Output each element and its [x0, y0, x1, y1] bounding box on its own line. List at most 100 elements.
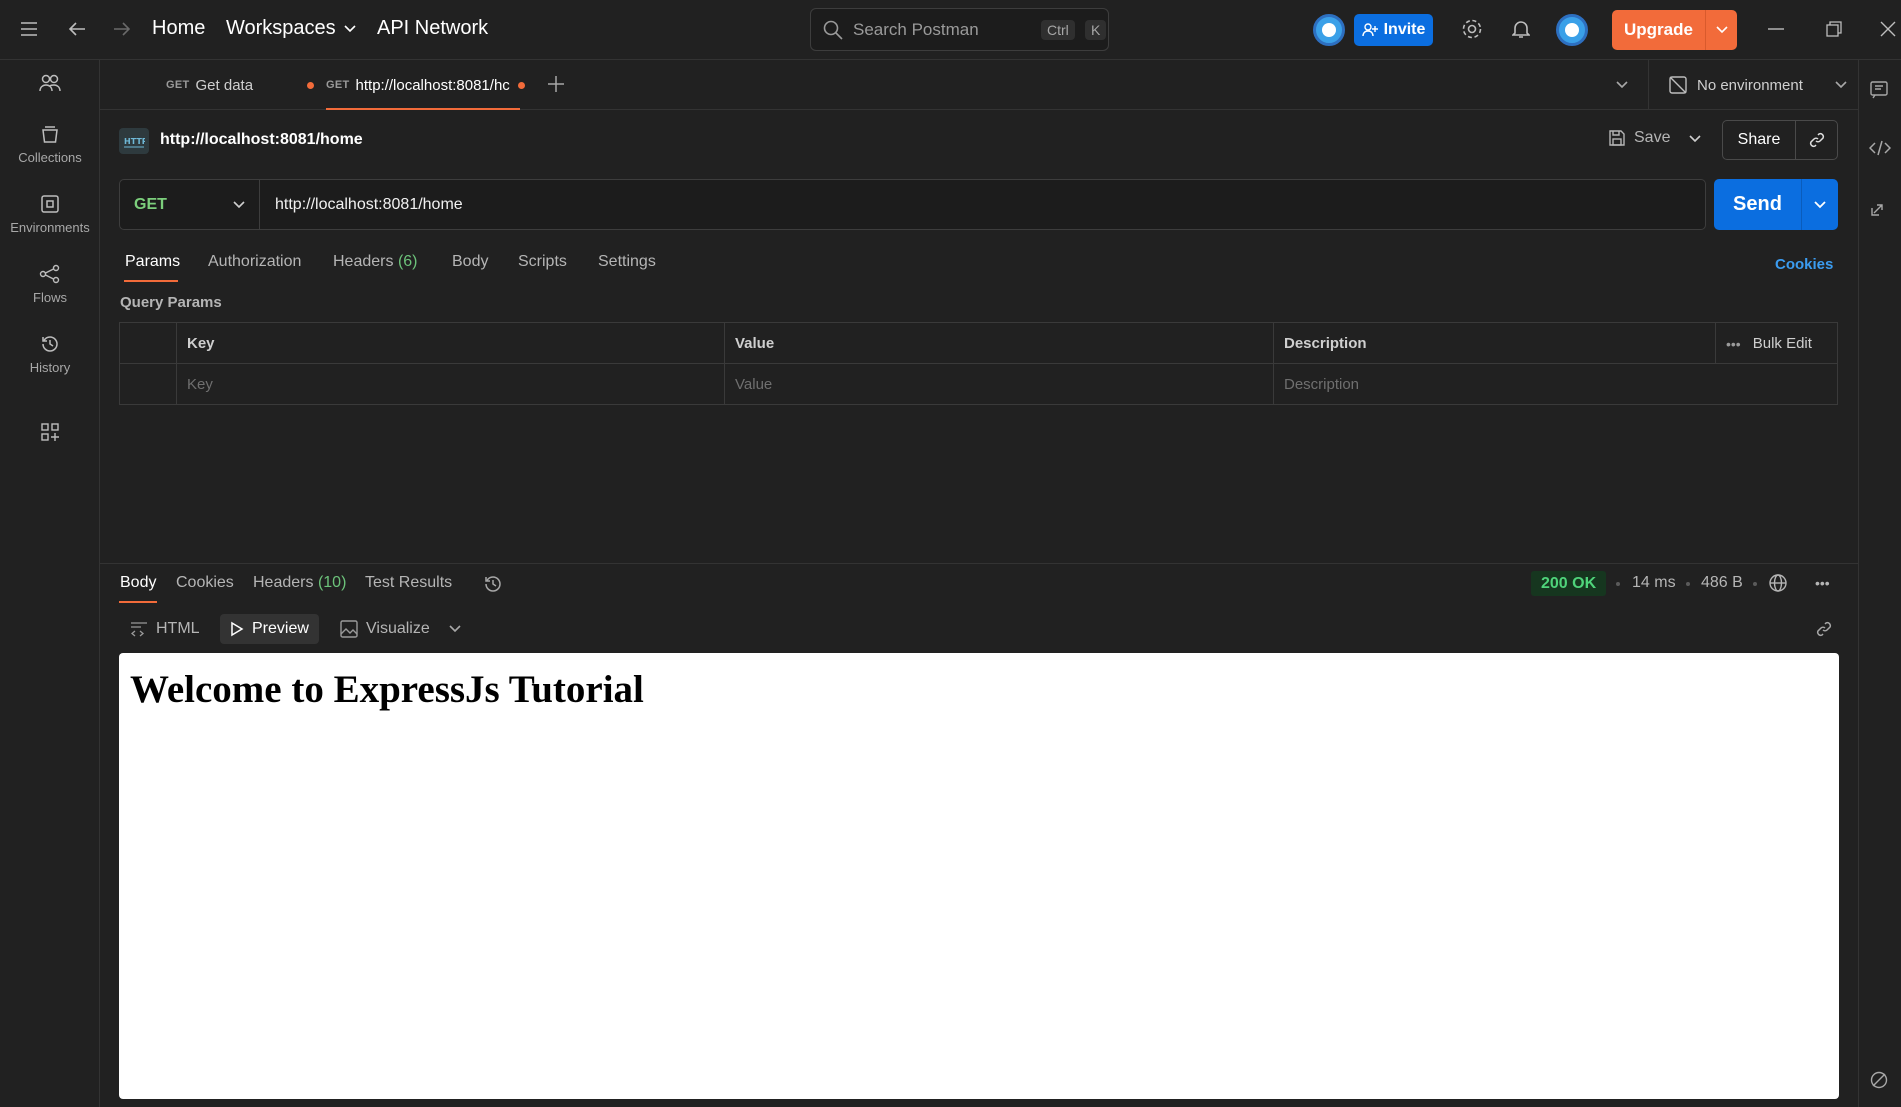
unsaved-dot-icon: [517, 81, 525, 89]
response-size[interactable]: 486 B: [1701, 574, 1743, 592]
sidebar-item-label: Collections: [18, 150, 82, 165]
tab-settings[interactable]: Settings: [598, 253, 656, 271]
request-tab-localhost[interactable]: GET http://localhost:8081/hc: [326, 60, 525, 110]
request-tab-get-data[interactable]: GET Get data: [166, 60, 315, 110]
tab-params[interactable]: Params: [125, 253, 180, 271]
nav-workspaces-label: Workspaces: [226, 17, 336, 39]
related-collections-icon[interactable]: [1869, 200, 1887, 218]
url-input[interactable]: http://localhost:8081/home: [260, 196, 1705, 214]
response-more-options-icon[interactable]: •••: [1815, 575, 1830, 591]
response-preview-pane[interactable]: Welcome to ExpressJs Tutorial: [119, 653, 1839, 1099]
response-time[interactable]: 14 ms: [1632, 574, 1676, 592]
share-button[interactable]: Share: [1723, 131, 1795, 149]
search-icon: [823, 20, 843, 40]
add-workbench-button[interactable]: [0, 422, 100, 448]
copy-link-icon[interactable]: [1796, 131, 1837, 149]
settings-gear-icon[interactable]: [1458, 15, 1486, 43]
team-avatar[interactable]: [1313, 14, 1345, 46]
tab-authorization[interactable]: Authorization: [208, 253, 301, 271]
nav-api-network[interactable]: API Network: [377, 17, 488, 40]
tab-body[interactable]: Body: [452, 253, 488, 271]
sidebar-item-collections[interactable]: Collections: [0, 124, 100, 165]
code-icon[interactable]: [1869, 140, 1891, 156]
tab-headers[interactable]: Headers (6): [333, 253, 418, 271]
view-options-chevron-icon[interactable]: [449, 625, 461, 633]
new-tab-plus-icon[interactable]: [547, 75, 565, 93]
forward-arrow-icon[interactable]: [108, 15, 136, 43]
description-input[interactable]: Description: [1273, 364, 1837, 405]
svg-text:HTTP: HTTP: [124, 137, 145, 146]
user-avatar[interactable]: [1556, 14, 1588, 46]
response-tab-test-results[interactable]: Test Results: [365, 574, 452, 592]
close-window-icon[interactable]: [1874, 15, 1901, 43]
upgrade-label: Upgrade: [1624, 20, 1693, 39]
response-body-tab-indicator: [119, 601, 157, 603]
collections-icon: [0, 124, 100, 144]
view-html-button[interactable]: HTML: [120, 614, 210, 644]
history-icon: [0, 334, 100, 354]
tab-headers-label: Headers: [333, 253, 394, 270]
unsaved-dot-icon: [307, 81, 315, 89]
environment-selector[interactable]: No environment: [1648, 60, 1858, 110]
send-options-chevron-icon[interactable]: [1802, 200, 1838, 209]
minimize-icon[interactable]: [1762, 15, 1790, 43]
notifications-bell-icon[interactable]: [1507, 15, 1535, 43]
tab-scripts[interactable]: Scripts: [518, 253, 567, 271]
nav-home[interactable]: Home: [152, 17, 205, 40]
nav-workspaces[interactable]: Workspaces: [226, 17, 356, 40]
save-button[interactable]: Save: [1608, 129, 1670, 147]
response-tab-cookies[interactable]: Cookies: [176, 574, 234, 592]
headers-count: (6): [397, 253, 418, 270]
restore-window-icon[interactable]: [1820, 15, 1848, 43]
copy-response-link-icon[interactable]: [1815, 620, 1833, 638]
view-visualize-label: Visualize: [366, 620, 430, 637]
save-label: Save: [1634, 129, 1671, 146]
response-divider[interactable]: [100, 563, 1858, 564]
upgrade-chevron-down-icon[interactable]: [1706, 26, 1737, 34]
response-tab-body[interactable]: Body: [120, 574, 156, 592]
upgrade-button[interactable]: Upgrade: [1612, 10, 1737, 50]
environments-icon: [0, 194, 100, 214]
table-header-row: Key Value Description ••• Bulk Edit: [120, 323, 1837, 364]
team-icon-button[interactable]: [0, 74, 100, 98]
menu-icon[interactable]: [15, 15, 43, 43]
params-tab-indicator: [124, 280, 178, 282]
http-request-icon: HTTP: [119, 128, 149, 154]
chevron-down-icon: [233, 200, 245, 208]
bulk-edit-button[interactable]: Bulk Edit: [1753, 335, 1812, 352]
sidebar-item-label: Environments: [10, 220, 90, 235]
sidebar-item-history[interactable]: History: [0, 334, 100, 375]
value-input[interactable]: Value: [724, 364, 1273, 405]
tab-label: Get data: [195, 76, 254, 94]
send-button-group: Send: [1714, 179, 1838, 230]
more-options-icon[interactable]: •••: [1726, 336, 1741, 352]
invite-button[interactable]: Invite: [1354, 14, 1433, 46]
no-environment-icon: [1669, 76, 1687, 94]
response-history-icon[interactable]: [483, 574, 503, 594]
network-globe-icon[interactable]: [1768, 573, 1788, 593]
status-badge[interactable]: 200 OK: [1531, 571, 1607, 596]
back-arrow-icon[interactable]: [63, 15, 91, 43]
sidebar-item-environments[interactable]: Environments: [0, 194, 100, 235]
method-select[interactable]: GET: [120, 180, 260, 229]
request-title[interactable]: http://localhost:8081/home: [160, 131, 363, 149]
send-button[interactable]: Send: [1714, 193, 1801, 216]
save-options-chevron-icon[interactable]: [1689, 135, 1701, 143]
documentation-icon[interactable]: [1869, 80, 1889, 100]
tabs-overflow-chevron-icon[interactable]: [1616, 81, 1628, 89]
response-tab-headers[interactable]: Headers (10): [253, 574, 346, 592]
view-preview-button[interactable]: Preview: [220, 614, 319, 644]
column-header-description: Description: [1273, 323, 1715, 364]
url-bar: GET http://localhost:8081/home: [119, 179, 1706, 230]
view-visualize-button[interactable]: Visualize: [330, 614, 440, 644]
search-input[interactable]: Search Postman Ctrl K: [810, 8, 1109, 51]
help-icon[interactable]: [1869, 1070, 1889, 1090]
sidebar-item-label: History: [29, 360, 71, 375]
nav-api-network-label: API Network: [377, 17, 489, 39]
query-params-title: Query Params: [120, 294, 222, 311]
key-input[interactable]: Key: [176, 364, 717, 405]
request-tabs-bar: GET Get data GET http://localhost:8081/h…: [100, 60, 1858, 110]
sidebar-item-flows[interactable]: Flows: [0, 264, 100, 305]
tab-method: GET: [326, 79, 350, 91]
cookies-link[interactable]: Cookies: [1775, 256, 1833, 273]
